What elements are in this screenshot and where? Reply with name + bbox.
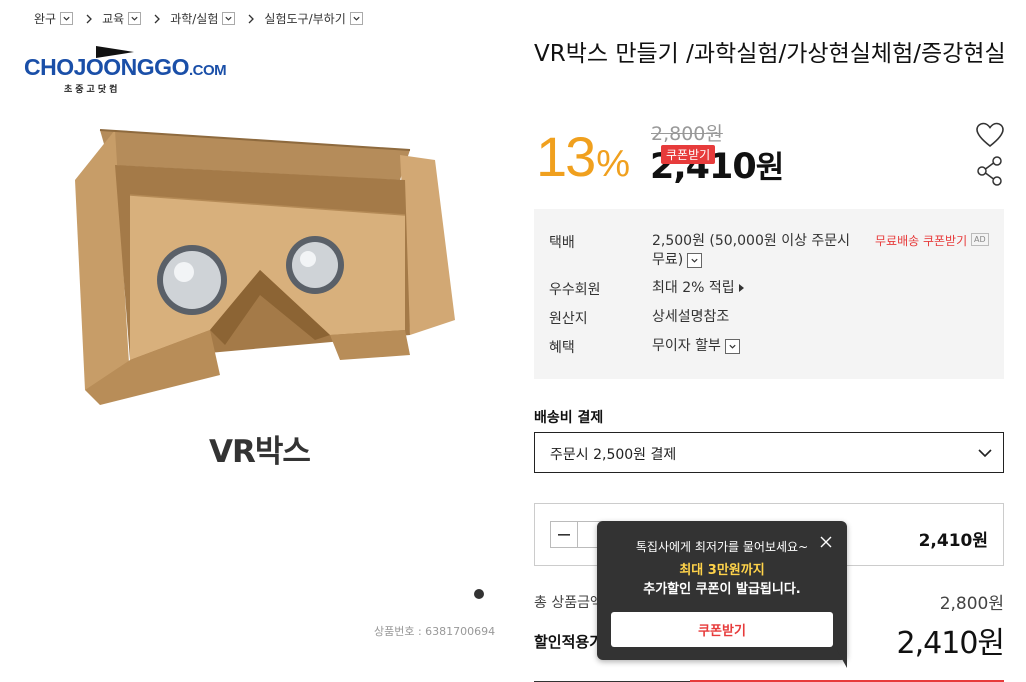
breadcrumb: 완구 교육 과학/실험 실험도구/부하기 (34, 10, 363, 27)
info-value: 무이자 할부 (652, 337, 862, 356)
breadcrumb-label: 교육 (102, 12, 125, 26)
share-icon[interactable] (977, 156, 1003, 186)
tooltip-tail (837, 650, 847, 668)
get-coupon-button[interactable]: 쿠폰받기 (611, 612, 833, 647)
minus-icon[interactable] (551, 522, 578, 547)
free-shipping-coupon-link[interactable]: 무료배송 쿠폰받기 (875, 232, 967, 249)
seller-logo[interactable]: CHOJOONGGO.COM 초중고닷컴 (24, 44, 227, 98)
info-value[interactable]: 최대 2% 적립 (652, 279, 862, 298)
breadcrumb-label: 과학/실험 (170, 12, 219, 26)
chevron-right-icon (153, 14, 161, 24)
tooltip-highlight: 최대 3만원까지 (679, 563, 765, 578)
chevron-down-icon[interactable] (128, 12, 142, 25)
breadcrumb-item-education[interactable]: 교육 (102, 10, 142, 27)
info-label: 우수회원 (549, 282, 601, 298)
discount-rate: 13% (536, 125, 630, 188)
shipping-payment-select[interactable]: 주문시 2,500원 결제 (534, 432, 1004, 473)
chevron-right-icon (85, 14, 93, 24)
chevron-down-icon[interactable] (724, 338, 740, 354)
breadcrumb-item-lab-tools[interactable]: 실험도구/부하기 (264, 10, 363, 27)
info-value: 2,500원 (50,000원 이상 주문시 무료) (652, 233, 851, 268)
info-value: 상세설명참조 (652, 309, 730, 325)
chevron-down-icon[interactable] (60, 12, 74, 25)
carousel-dot[interactable] (474, 589, 484, 599)
chevron-down-icon[interactable] (349, 12, 363, 25)
chevron-down-icon (978, 449, 992, 458)
shipping-payment-selected: 주문시 2,500원 결제 (550, 447, 677, 463)
chevron-down-icon[interactable] (687, 252, 703, 268)
heart-icon[interactable] (975, 121, 1005, 149)
item-price: 2,410원 (918, 531, 988, 551)
info-label: 택배 (549, 235, 575, 251)
coupon-tooltip: 톡집사에게 최저가를 물어보세요~ 최대 3만원까지 추가할인 쿠폰이 발급됩니… (597, 521, 847, 660)
total-price-value: 2,800원 (939, 594, 1004, 614)
caret-right-icon (738, 284, 744, 292)
final-price-label: 할인적용가 (534, 633, 604, 651)
chevron-down-icon[interactable] (222, 12, 236, 25)
coupon-tag[interactable]: 쿠폰받기 (661, 145, 716, 164)
product-title: VR박스 만들기 /과학실험/가상현실체험/증강현실 (534, 41, 1006, 67)
logo-text: CHOJOONGGO.COM (24, 54, 227, 80)
ad-badge: AD (971, 233, 989, 246)
product-image-caption: VR박스 (209, 434, 311, 470)
info-label: 혜택 (549, 340, 575, 356)
final-price-value: 2,410원 (896, 626, 1005, 661)
close-icon[interactable] (818, 534, 834, 550)
breadcrumb-item-toys[interactable]: 완구 (34, 10, 74, 27)
logo-subtext: 초중고닷컴 (64, 85, 121, 95)
info-label: 원산지 (549, 311, 588, 327)
shipping-payment-label: 배송비 결제 (534, 410, 604, 426)
product-image[interactable] (60, 120, 460, 410)
product-number: 상품번호 : 6381700694 (374, 625, 496, 638)
breadcrumb-label: 완구 (34, 12, 57, 26)
tooltip-line: 추가할인 쿠폰이 발급됩니다. (643, 582, 801, 597)
total-price-label: 총 상품금액 (534, 595, 603, 611)
tooltip-line: 톡집사에게 최저가를 물어보세요~ (635, 540, 809, 554)
breadcrumb-label: 실험도구/부하기 (264, 12, 346, 26)
breadcrumb-item-science[interactable]: 과학/실험 (170, 10, 236, 27)
chevron-right-icon (247, 14, 255, 24)
